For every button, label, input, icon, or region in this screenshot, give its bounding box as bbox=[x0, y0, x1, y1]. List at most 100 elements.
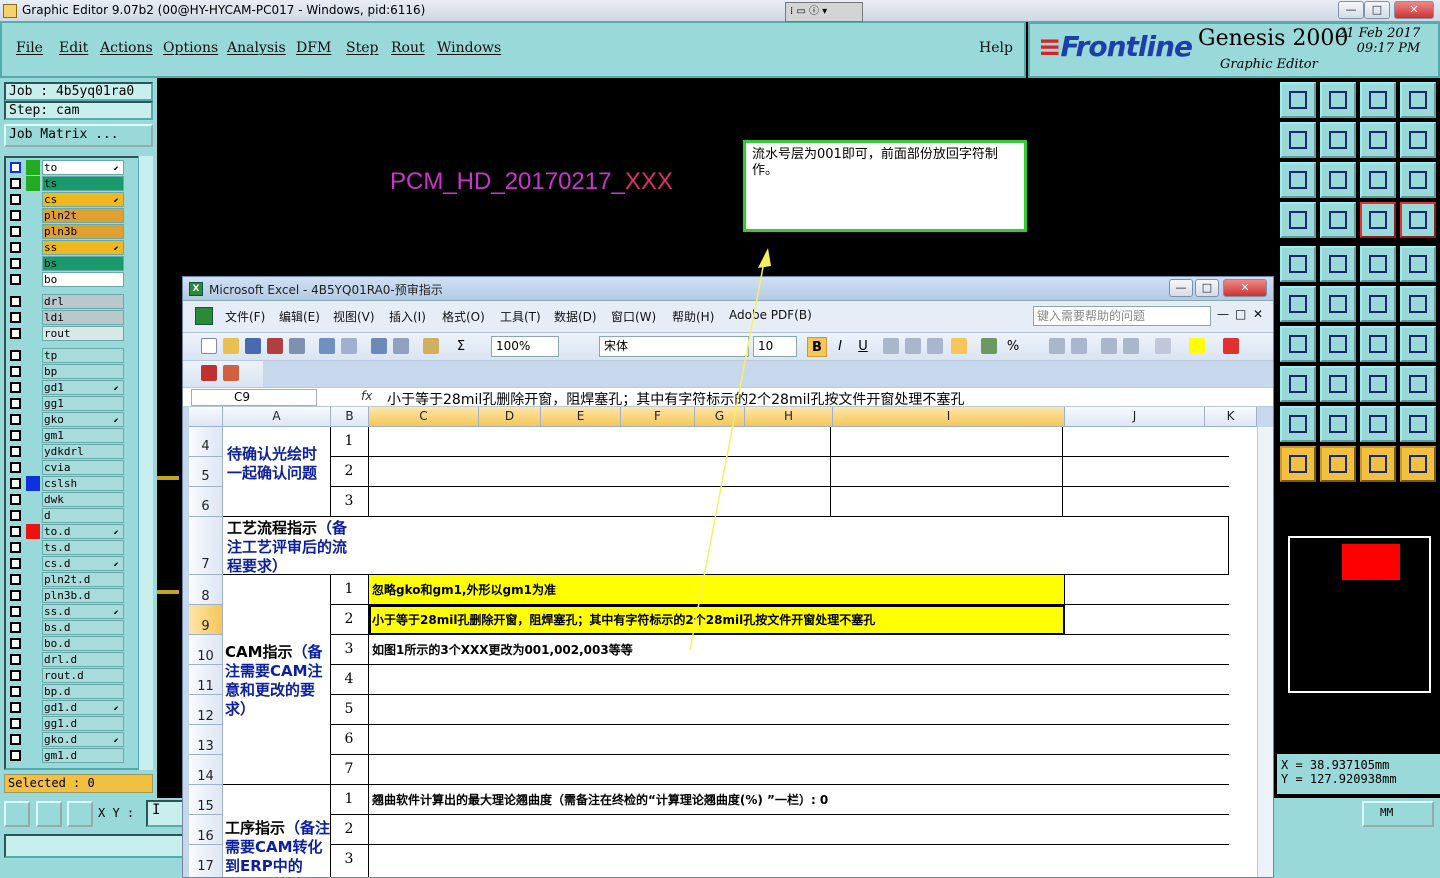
layer-checkbox[interactable] bbox=[10, 430, 21, 441]
layer-checkbox[interactable] bbox=[10, 350, 21, 361]
cell-b12[interactable]: 5 bbox=[331, 695, 369, 725]
menu-dfm[interactable]: DFM bbox=[296, 40, 331, 56]
cell-b10[interactable]: 3 bbox=[331, 635, 369, 665]
layer-name[interactable]: ydkdrl bbox=[42, 444, 124, 459]
layer-checkbox[interactable] bbox=[10, 702, 21, 713]
zoom-home-icon[interactable] bbox=[1320, 162, 1356, 198]
cell-b14[interactable]: 7 bbox=[331, 755, 369, 785]
excel-menu-tools[interactable]: 工具(T) bbox=[500, 308, 541, 325]
measure-icon[interactable] bbox=[1360, 246, 1396, 282]
column-header[interactable]: F bbox=[621, 407, 695, 427]
layer-name[interactable]: ts.d bbox=[42, 540, 124, 555]
layer-checkbox[interactable] bbox=[10, 574, 21, 585]
layer-color-swatch[interactable] bbox=[26, 428, 40, 443]
layers-icon[interactable] bbox=[1360, 202, 1396, 238]
doc-minimize-button[interactable]: — bbox=[1217, 307, 1229, 321]
layer-color-swatch[interactable] bbox=[26, 540, 40, 555]
pdf-email-icon[interactable] bbox=[223, 365, 239, 381]
layer-name[interactable]: rout.d bbox=[42, 668, 124, 683]
pointer-circle-icon[interactable] bbox=[1360, 446, 1396, 482]
zoom-select[interactable]: 100% bbox=[491, 336, 559, 357]
menu-windows[interactable]: Windows bbox=[437, 40, 501, 56]
cell-b11[interactable]: 4 bbox=[331, 665, 369, 695]
layer-checkbox[interactable] bbox=[10, 686, 21, 697]
layer-color-swatch[interactable] bbox=[26, 326, 40, 341]
percent-button[interactable]: % bbox=[1003, 337, 1023, 357]
triangle-arrow-icon[interactable] bbox=[1360, 406, 1396, 442]
layer-checkbox[interactable] bbox=[10, 462, 21, 473]
layer-row-rout-d[interactable]: rout.d bbox=[6, 668, 128, 683]
pointer-net-icon[interactable] bbox=[1400, 446, 1436, 482]
layer-row-ss-d[interactable]: ss.d ⬋ bbox=[6, 604, 128, 619]
layer-checkbox[interactable] bbox=[10, 328, 21, 339]
layer-name[interactable]: cvia bbox=[42, 460, 124, 475]
layer-checkbox[interactable] bbox=[10, 734, 21, 745]
layer-row-ydkdrl[interactable]: ydkdrl bbox=[6, 444, 128, 459]
layer-name[interactable]: pln3b bbox=[42, 224, 124, 239]
layer-row-tp[interactable]: tp bbox=[6, 348, 128, 363]
layer-name[interactable]: gko ⬋ bbox=[42, 412, 124, 427]
increase-indent-icon[interactable] bbox=[1123, 338, 1139, 354]
pointer-icon[interactable] bbox=[1280, 446, 1316, 482]
row-header[interactable]: 8 bbox=[189, 575, 223, 605]
layer-row-d[interactable]: d bbox=[6, 508, 128, 523]
layer-color-swatch[interactable] bbox=[26, 396, 40, 411]
layer-name[interactable]: drl.d bbox=[42, 652, 124, 667]
row-header[interactable]: 15 bbox=[189, 785, 223, 815]
column-header[interactable]: E bbox=[541, 407, 621, 427]
fx-icon[interactable]: fx bbox=[361, 389, 372, 403]
layer-name[interactable]: dwk bbox=[42, 492, 124, 507]
open-job-icon[interactable] bbox=[1280, 82, 1316, 118]
layer-checkbox[interactable] bbox=[10, 510, 21, 521]
research-icon[interactable] bbox=[393, 338, 409, 354]
layer-checkbox[interactable] bbox=[10, 718, 21, 729]
layer-checkbox[interactable] bbox=[10, 194, 21, 205]
arc-icon[interactable] bbox=[1360, 326, 1396, 362]
layer-checkbox[interactable] bbox=[10, 274, 21, 285]
cell-b13[interactable]: 6 bbox=[331, 725, 369, 755]
cell-j4[interactable] bbox=[1063, 427, 1229, 457]
layer-checkbox[interactable] bbox=[10, 242, 21, 253]
layer-name[interactable]: ss ⬋ bbox=[42, 240, 124, 255]
increase-decimal-icon[interactable] bbox=[1049, 338, 1065, 354]
layer-color-swatch[interactable] bbox=[26, 604, 40, 619]
cell-c17[interactable] bbox=[369, 845, 1229, 877]
language-bar[interactable]: ⁞ ▭ ⓘ ▾ bbox=[785, 2, 863, 22]
layer-checkbox[interactable] bbox=[10, 750, 21, 761]
close-button[interactable]: ✕ bbox=[1394, 1, 1434, 19]
window-icon[interactable] bbox=[1400, 82, 1436, 118]
layer-checkbox[interactable] bbox=[10, 638, 21, 649]
menu-rout[interactable]: Rout bbox=[391, 40, 425, 56]
layer-name[interactable]: pln2t bbox=[42, 208, 124, 223]
layer-row-ss[interactable]: ss ⬋ bbox=[6, 240, 128, 255]
cell-j9[interactable] bbox=[1065, 605, 1229, 635]
excel-maximize-button[interactable]: □ bbox=[1195, 279, 1219, 297]
overview-preview[interactable] bbox=[1288, 536, 1431, 693]
layer-color-swatch[interactable] bbox=[26, 588, 40, 603]
italic-button[interactable]: I bbox=[830, 337, 850, 357]
cell-c11[interactable] bbox=[369, 665, 1229, 695]
row-header[interactable]: 12 bbox=[189, 695, 223, 725]
layer-row-bs-d[interactable]: bs.d bbox=[6, 620, 128, 635]
layer-name[interactable]: bp bbox=[42, 364, 124, 379]
layer-color-swatch[interactable] bbox=[26, 348, 40, 363]
layer-row-gko-d[interactable]: gko.d ⬋ bbox=[6, 732, 128, 747]
workbook-icon[interactable] bbox=[195, 307, 213, 325]
layer-color-swatch[interactable] bbox=[26, 556, 40, 571]
layer-color-swatch[interactable] bbox=[26, 160, 40, 175]
layer-name[interactable]: d bbox=[42, 508, 124, 523]
layer-name[interactable]: bo bbox=[42, 272, 124, 287]
grid-icon[interactable] bbox=[1320, 202, 1356, 238]
column-header[interactable]: C bbox=[369, 407, 479, 427]
column-header[interactable]: A bbox=[223, 407, 331, 427]
layer-name[interactable]: gd1 ⬋ bbox=[42, 380, 124, 395]
cell-b8[interactable]: 1 bbox=[331, 575, 369, 605]
layer-row-bo-d[interactable]: bo.d bbox=[6, 636, 128, 651]
cell-i6[interactable] bbox=[831, 487, 1063, 517]
layer-checkbox[interactable] bbox=[10, 526, 21, 537]
layer-color-swatch[interactable] bbox=[26, 732, 40, 747]
excel-menu-insert[interactable]: 插入(I) bbox=[389, 308, 426, 325]
column-header[interactable]: I bbox=[833, 407, 1065, 427]
cell-c15[interactable]: 翘曲软件计算出的最大理论翘曲度（需备注在终检的“计算理论翘曲度(%) ”一栏）:… bbox=[369, 785, 1229, 815]
layer-color-swatch[interactable] bbox=[26, 636, 40, 651]
